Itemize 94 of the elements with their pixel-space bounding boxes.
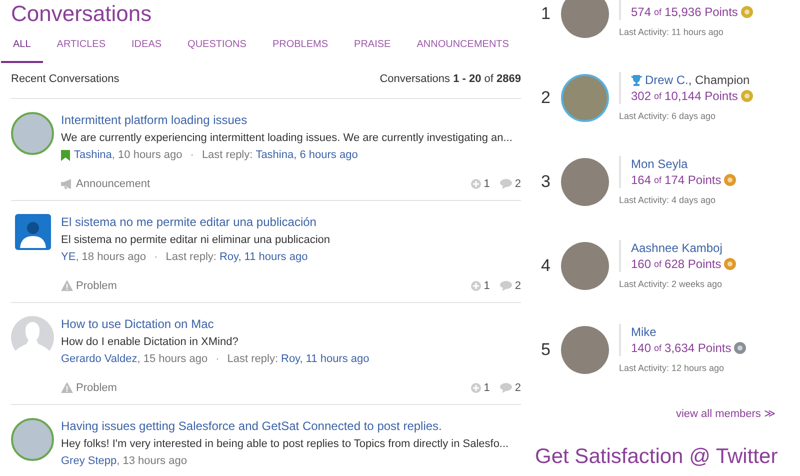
last-reply-link[interactable]: Roy, 11 hours ago	[281, 350, 370, 368]
vote-count: 1	[484, 380, 490, 394]
last-reply-label: Last reply:	[202, 148, 253, 162]
rank-number: 5	[541, 339, 552, 362]
user-icon	[14, 214, 50, 250]
total-points: 174 Points	[664, 172, 722, 188]
conversation-type: Problem	[76, 380, 117, 394]
total-points: 15,936 Points	[664, 4, 738, 20]
rank-number: 4	[541, 255, 552, 278]
category-tab[interactable]: QUESTIONS	[176, 34, 258, 63]
category-tab[interactable]: PRAISE	[342, 34, 403, 63]
conversation-title[interactable]: How to use Dictation on Mac	[61, 316, 521, 332]
vote-plus-icon[interactable]	[470, 382, 481, 392]
reply-count: 2	[514, 176, 521, 190]
points-of: of	[654, 6, 662, 20]
category-tab[interactable]: ANNOUNCEMENTS	[404, 34, 521, 63]
member-points: 160	[631, 256, 652, 272]
member-avatar-placeholder	[561, 0, 609, 38]
total-points: 3,634 Points	[664, 340, 732, 356]
last-reply-link[interactable]: Roy, 11 hours ago	[219, 248, 308, 266]
conversation-title[interactable]: El sistema no me permite editar una publicación	[61, 214, 521, 230]
member-points: 302	[631, 88, 652, 104]
conversation-type: Announcement	[76, 176, 150, 190]
last-reply-label: Last reply:	[227, 352, 278, 366]
list-heading: Recent Conversations	[11, 72, 120, 87]
avatar-silhouette	[11, 316, 54, 358]
points-of: of	[654, 258, 662, 272]
avatar-photo-placeholder	[11, 112, 54, 154]
warning-icon	[61, 280, 73, 291]
category-tab[interactable]: IDEAS	[120, 34, 174, 63]
total-points: 10,144 Points	[664, 88, 738, 104]
comment-icon	[500, 280, 512, 290]
comment-icon	[500, 178, 512, 188]
last-reply-link[interactable]: Tashina, 6 hours ago	[256, 146, 358, 164]
member-points: 140	[631, 340, 652, 356]
megaphone-icon	[61, 178, 73, 188]
category-tab[interactable]: ALL	[1, 34, 43, 63]
posted-time: , 10 hours ago	[112, 148, 182, 162]
reply-count: 2	[514, 278, 521, 292]
page-title: Conversations	[11, 0, 153, 28]
reply-count: 2	[514, 380, 521, 394]
vote-plus-icon[interactable]	[470, 178, 481, 188]
total-points: 628 Points	[664, 256, 722, 272]
posted-time: , 15 hours ago	[137, 352, 208, 366]
posted-time: , 13 hours ago	[116, 454, 187, 468]
member-name[interactable]: Aashnee Kamboj	[631, 240, 722, 256]
member-role: , Champion	[688, 72, 750, 88]
rank-number: 3	[541, 171, 552, 194]
author-link[interactable]: YE	[61, 248, 76, 266]
member-name[interactable]: Drew C.	[645, 72, 688, 88]
conversation-title[interactable]: Having issues getting Salesforce and GetSat Connected to post replies.	[61, 418, 521, 434]
vote-count: 1	[484, 176, 490, 190]
conversation-excerpt: El sistema no permite editar ni eliminar una publicacion	[61, 232, 330, 248]
member-points: 164	[631, 172, 652, 188]
member-name[interactable]: Mike	[631, 324, 656, 340]
member-avatar-placeholder	[561, 158, 609, 206]
conversation-excerpt: We are currently experiencing intermittent loading issues. We are currently investigating an...	[61, 130, 512, 146]
warning-icon	[61, 382, 73, 393]
last-activity: Last Activity: 4 days ago	[619, 194, 717, 208]
separator-dot: ·	[154, 250, 158, 264]
member-avatar-placeholder	[561, 74, 609, 122]
member-avatar-placeholder	[561, 326, 609, 374]
conversation-type: Problem	[76, 278, 117, 292]
member-avatar-placeholder	[561, 242, 609, 290]
member-points: 574	[631, 4, 652, 20]
author-link[interactable]: Gerardo Valdez	[61, 350, 138, 368]
conversation-excerpt: Hey folks! I'm very interested in being able to post replies to Topics from directly in Salesfo...	[61, 436, 509, 452]
vote-count: 1	[484, 278, 490, 292]
section-title: Get Satisfaction @ Twitter	[535, 444, 778, 470]
view-all-members-link[interactable]: view all members ≫	[676, 406, 776, 422]
points-of: of	[654, 174, 662, 188]
last-activity: Last Activity: 11 hours ago	[619, 26, 724, 40]
rank-number: 1	[541, 3, 552, 26]
category-tab[interactable]: ARTICLES	[44, 34, 118, 63]
last-activity: Last Activity: 12 hours ago	[619, 362, 726, 376]
author-link[interactable]: Grey Stepp	[61, 452, 117, 470]
category-tab[interactable]: PROBLEMS	[260, 34, 340, 63]
last-activity: Last Activity: 2 weeks ago	[619, 278, 724, 292]
conversation-title[interactable]: Intermittent platform loading issues	[61, 112, 521, 128]
author-link[interactable]: Tashina	[74, 146, 112, 164]
last-reply-label: Last reply:	[166, 250, 216, 264]
comment-icon	[500, 382, 512, 392]
conversation-count: Conversations 1 - 20 of 2869	[380, 72, 521, 87]
last-activity: Last Activity: 6 days ago	[619, 110, 717, 124]
member-name[interactable]: Mon Seyla	[631, 156, 688, 172]
separator-dot: ·	[216, 352, 220, 366]
conversation-excerpt: How do I enable Dictation in XMind?	[61, 334, 238, 350]
avatar-photo-placeholder	[11, 418, 54, 460]
points-of: of	[654, 90, 662, 104]
vote-plus-icon[interactable]	[470, 280, 481, 290]
points-of: of	[654, 342, 662, 356]
rank-number: 2	[541, 87, 552, 110]
separator-dot: ·	[190, 148, 194, 162]
posted-time: , 18 hours ago	[76, 250, 146, 264]
